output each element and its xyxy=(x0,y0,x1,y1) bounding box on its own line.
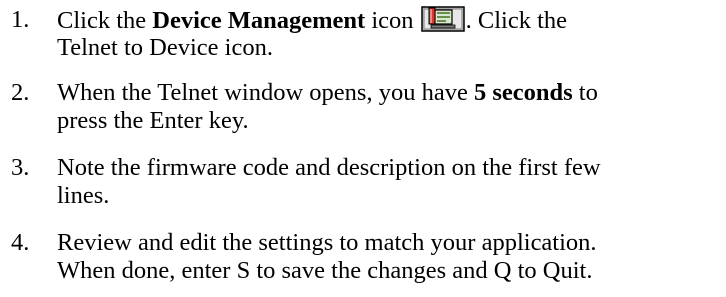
step-text: Review and edit the settings to match yo… xyxy=(57,229,726,285)
bold-term: Device Management xyxy=(152,7,366,34)
step-line-2: lines. xyxy=(57,182,110,209)
step-number: 3. xyxy=(11,154,30,181)
step-number: 1. xyxy=(11,6,30,33)
device-management-icon xyxy=(420,6,465,32)
bold-term: 5 seconds xyxy=(473,79,573,106)
step-line-1: When the Telnet window opens, you have 5… xyxy=(57,79,598,106)
step-line-2: When done, enter S to save the changes a… xyxy=(57,257,593,284)
step-line-1: Note the firmware code and description o… xyxy=(57,154,601,181)
step-line-1: Review and edit the settings to match yo… xyxy=(57,229,597,256)
step-number: 4. xyxy=(11,229,30,256)
step-number: 2. xyxy=(11,79,30,106)
step-text: Note the firmware code and description o… xyxy=(57,154,726,210)
step-text: When the Telnet window opens, you have 5… xyxy=(57,79,726,135)
step-line-1: Click the Device Management icon . Click… xyxy=(57,6,568,34)
step-line-2: Telnet to Device icon. xyxy=(57,34,273,61)
step-text: Click the Device Management icon . Click… xyxy=(57,6,726,62)
step-line-2: press the Enter key. xyxy=(57,107,249,134)
